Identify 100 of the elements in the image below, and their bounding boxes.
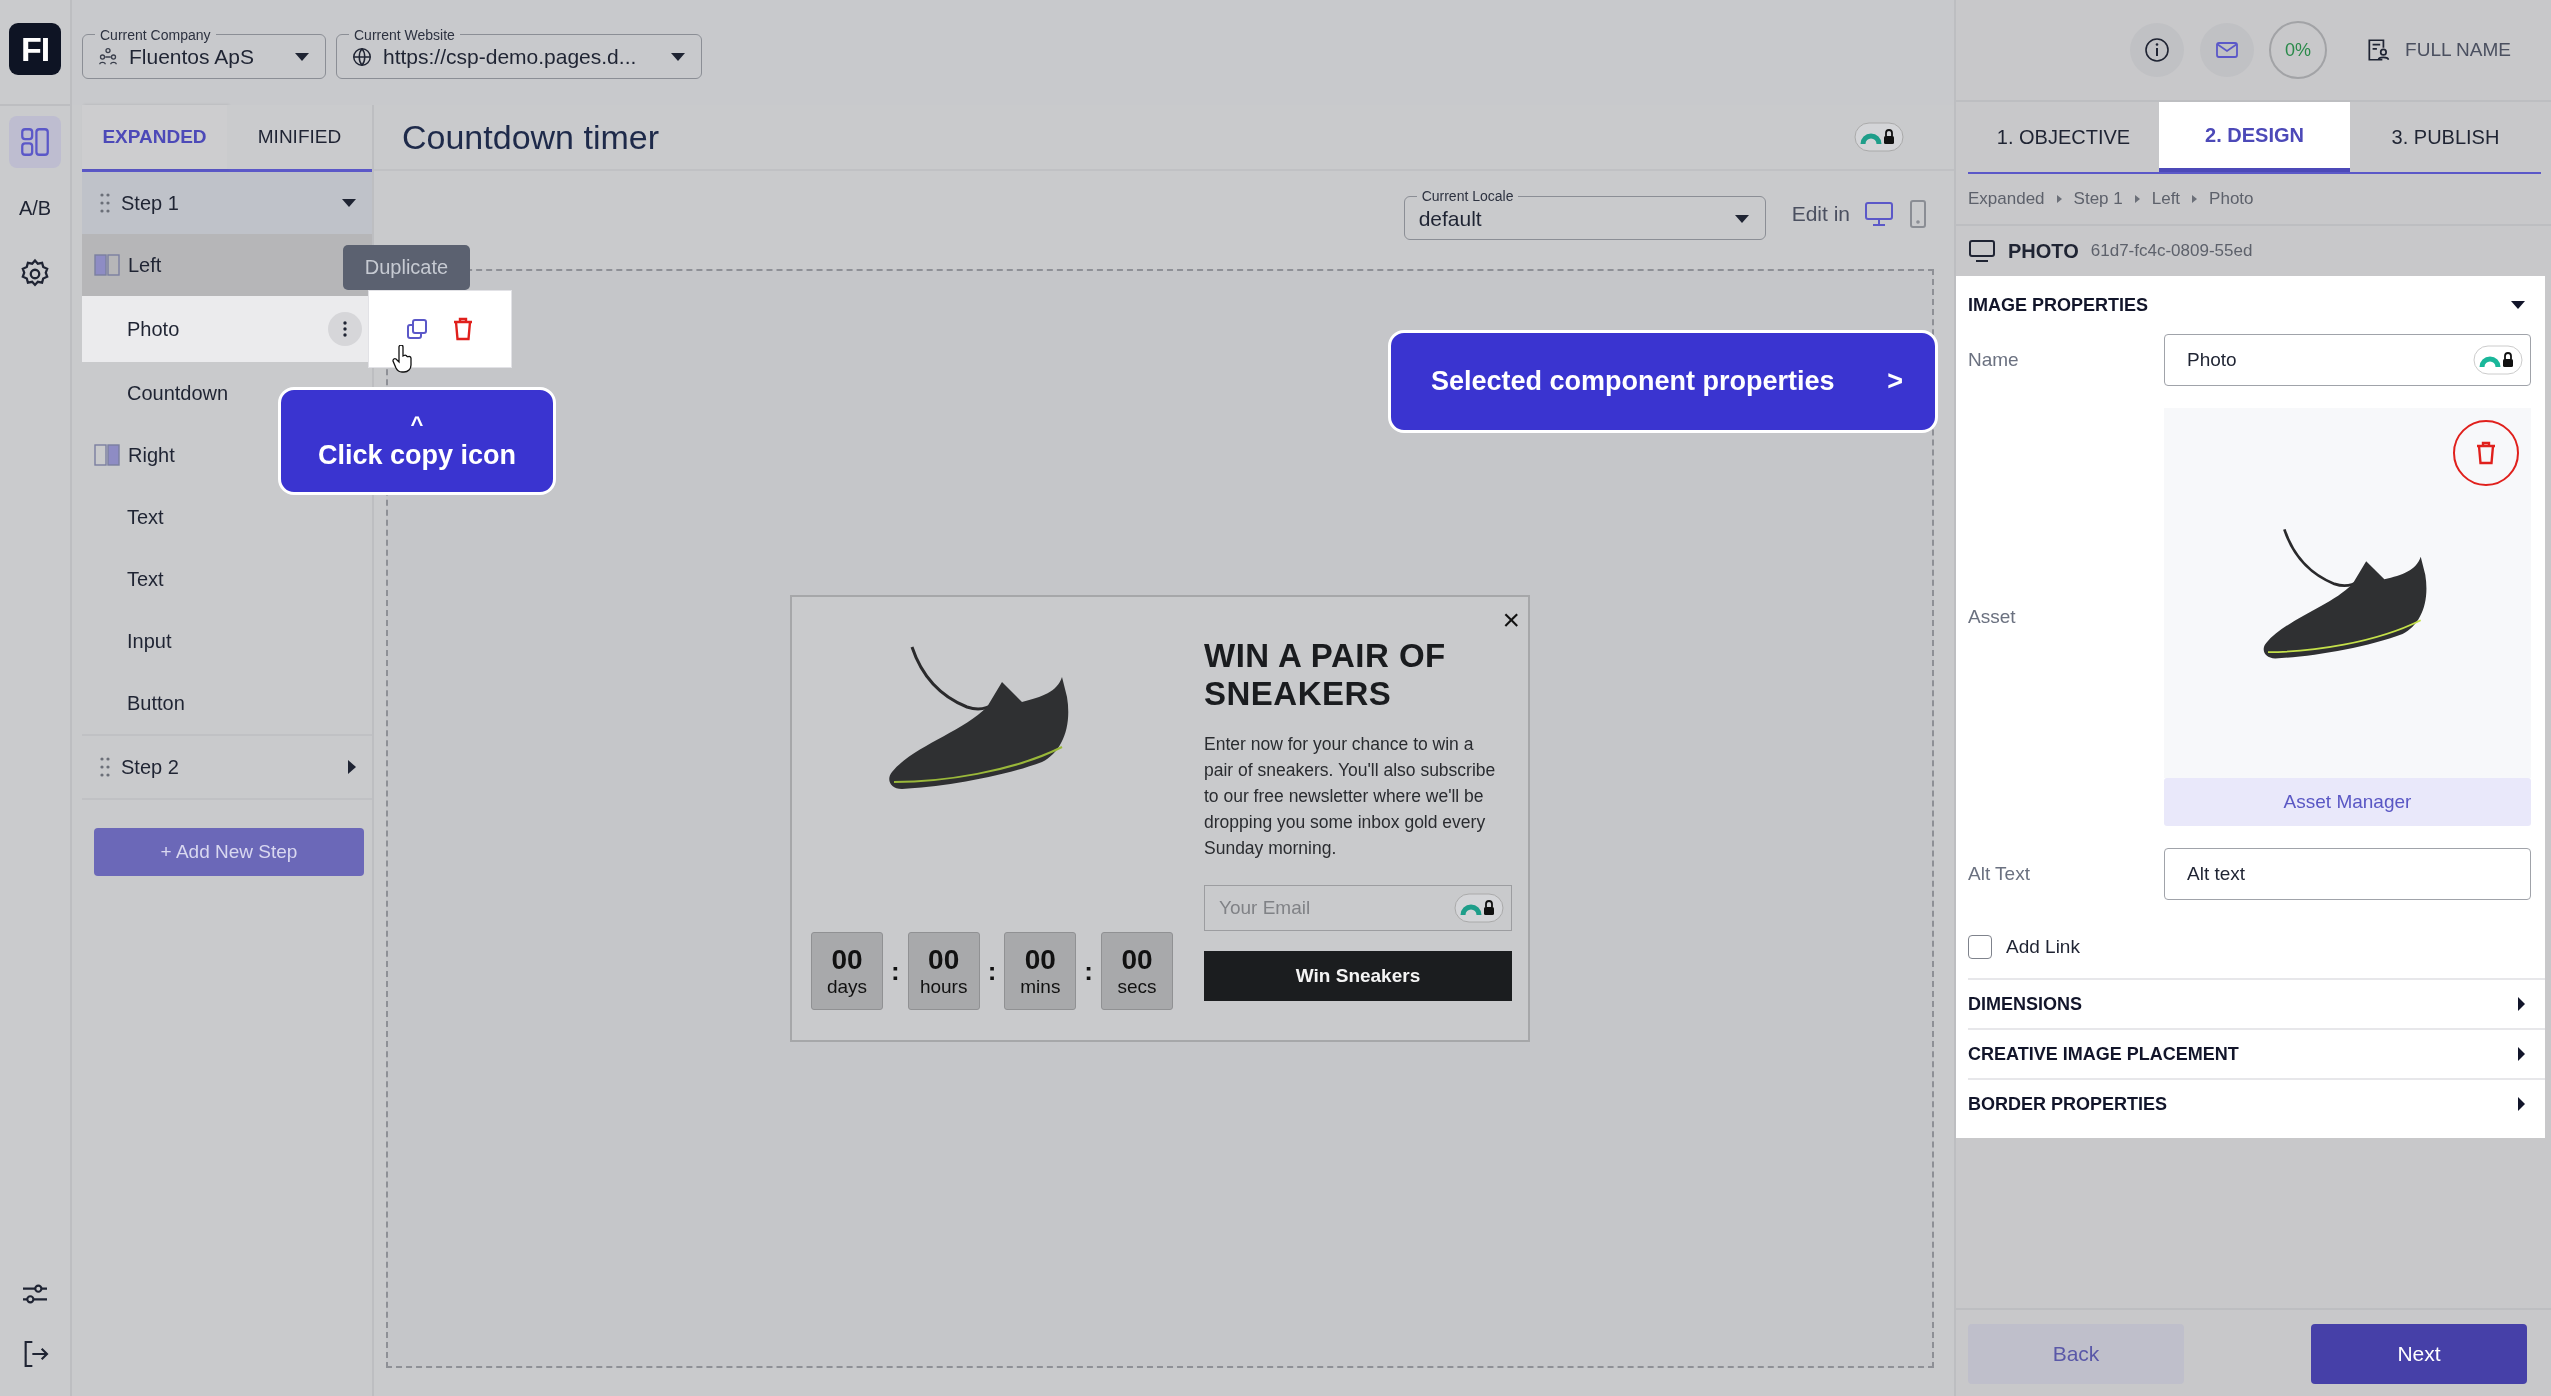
popup-text: Enter now for your chance to win a pair of sneakers. You'll also subscribe to our free newsletter where we'll be dropping you some inbox gold every Sunday morning. <box>1204 733 1497 860</box>
desktop-icon[interactable] <box>1864 200 1894 228</box>
breadcrumb-item[interactable]: Photo <box>2209 189 2254 209</box>
tree-item-row[interactable]: Button <box>82 672 372 734</box>
field-label: Name <box>1968 349 2020 371</box>
page-title: Countdown timer <box>402 117 659 157</box>
section-header[interactable]: DIMENSIONS <box>1968 978 2545 1028</box>
website-url: https://csp-demo.pages.d... <box>383 45 638 69</box>
item-label: Text <box>127 567 165 591</box>
wizard-step-tab[interactable]: 1. OBJECTIVE <box>1968 102 2159 172</box>
item-label: Countdown <box>127 381 230 405</box>
tooltip: Duplicate <box>343 245 470 290</box>
checkbox-label: Add Link <box>2006 936 2080 958</box>
app-logo[interactable]: FI <box>9 23 61 75</box>
name-field[interactable]: Photo <box>2164 334 2531 386</box>
section-header[interactable]: BORDER PROPERTIES <box>1968 1078 2545 1128</box>
tree-item-row[interactable]: Text <box>82 548 372 610</box>
user-profile-icon[interactable] <box>2365 37 2392 63</box>
countdown-separator: : <box>891 955 900 987</box>
copy-icon[interactable] <box>405 317 429 341</box>
countdown-value: 00 <box>1121 944 1153 976</box>
tree-item-row[interactable]: Text <box>82 486 372 548</box>
trash-icon <box>2474 440 2498 466</box>
step-label: Step 1 <box>121 191 180 215</box>
layout-nav-button[interactable] <box>9 116 61 168</box>
close-button[interactable]: × <box>1502 603 1520 637</box>
breadcrumb-separator-icon <box>2134 195 2140 203</box>
caret-icon <box>1734 214 1749 223</box>
countdown-unit: mins <box>1020 976 1061 998</box>
component-id: 61d7-fc4c-0809-55ed <box>2090 241 2253 261</box>
countdown-unit: hours <box>919 976 968 998</box>
section-header[interactable]: IMAGE PROPERTIES <box>1968 276 2545 334</box>
field-label: Asset <box>1968 606 2017 628</box>
item-label: Button <box>127 691 186 715</box>
tree-step-row[interactable]: Step 1 <box>82 172 372 234</box>
countdown-unit: secs <box>1117 976 1157 998</box>
add-step-button[interactable]: + Add New Step <box>94 828 364 876</box>
popup-heading: WIN A PAIR OF SNEAKERS <box>1204 637 1447 713</box>
item-label: Text <box>127 505 165 529</box>
step-label: Step 2 <box>121 755 180 779</box>
component-type: PHOTO <box>2008 239 2079 263</box>
caret-icon <box>295 53 309 61</box>
next-button[interactable]: Next <box>2311 1324 2527 1384</box>
alt-text-field[interactable]: Alt text <box>2164 848 2531 900</box>
section-title: BORDER PROPERTIES <box>1968 1093 2168 1115</box>
edit-in-label: Edit in <box>1791 202 1850 226</box>
mail-icon[interactable] <box>2199 22 2256 78</box>
lock-toggle-icon[interactable] <box>2473 345 2523 375</box>
view-tab[interactable]: EXPANDED <box>82 105 227 169</box>
callout-pointer: ^ <box>410 411 424 438</box>
countdown-value: 00 <box>928 944 960 976</box>
countdown-separator: : <box>987 955 997 987</box>
locale-dropdown[interactable]: Current Locale default <box>1403 188 1766 240</box>
callout-text: Click copy icon <box>317 439 517 471</box>
layout-icon <box>18 125 52 159</box>
section-title: DIMENSIONS <box>1968 993 2082 1015</box>
column-label: Right <box>128 443 175 467</box>
callout-pointer: > <box>1887 366 1903 397</box>
submit-button[interactable]: Win Sneakers <box>1204 951 1512 1001</box>
email-field[interactable]: Your Email <box>1204 885 1512 931</box>
countdown-value: 00 <box>1024 944 1056 976</box>
breadcrumb-separator-icon <box>2056 195 2062 203</box>
drag-handle-icon <box>99 756 111 778</box>
caret-icon <box>671 53 685 61</box>
field-label: Current Company <box>99 26 212 43</box>
section-title: CREATIVE IMAGE PLACEMENT <box>1968 1043 2239 1065</box>
user-name[interactable]: FULL NAME <box>2405 39 2511 61</box>
tree-step-row[interactable]: Step 2 <box>82 736 372 798</box>
website-dropdown[interactable]: Current Website https://csp-demo.pages.d... <box>336 26 702 79</box>
more-options-button[interactable] <box>328 312 362 346</box>
info-icon[interactable] <box>2129 22 2186 78</box>
breadcrumb-item[interactable]: Step 1 <box>2073 189 2123 209</box>
field-label: Current Locale <box>1420 188 1515 204</box>
lock-toggle-icon[interactable] <box>1854 122 1904 152</box>
monitor-icon <box>1968 238 1996 264</box>
ab-test-nav-button[interactable]: A/B <box>9 182 61 234</box>
countdown-unit: days <box>826 976 868 998</box>
asset-manager-button[interactable]: Asset Manager <box>2164 778 2531 826</box>
wizard-step-tab[interactable]: 2. DESIGN <box>2159 102 2350 172</box>
progress-indicator: 0% <box>2269 21 2328 79</box>
tree-item-row[interactable]: Input <box>82 610 372 672</box>
column-label: Left <box>128 253 162 277</box>
countdown-separator: : <box>1084 955 1093 987</box>
delete-icon[interactable] <box>451 316 475 342</box>
globe-icon <box>351 46 373 68</box>
kebab-icon <box>343 321 347 337</box>
company-name: Fluentos ApS <box>129 45 255 69</box>
breadcrumb-item[interactable]: Left <box>2151 189 2181 209</box>
field-label: Alt Text <box>1968 863 2031 885</box>
locale-value: default <box>1418 206 1483 231</box>
breadcrumb-separator-icon <box>2192 195 2198 203</box>
section-title: IMAGE PROPERTIES <box>1968 294 2149 316</box>
lock-toggle-icon[interactable] <box>1454 893 1504 923</box>
drag-handle-icon <box>99 192 111 214</box>
checkbox[interactable] <box>1968 935 1992 959</box>
wizard-step-tab[interactable]: 3. PUBLISH <box>2350 102 2541 172</box>
delete-button[interactable] <box>2453 420 2519 486</box>
item-label: Photo <box>127 317 181 341</box>
breadcrumb-item[interactable]: Expanded <box>1968 189 2045 209</box>
section-header[interactable]: CREATIVE IMAGE PLACEMENT <box>1968 1028 2545 1078</box>
